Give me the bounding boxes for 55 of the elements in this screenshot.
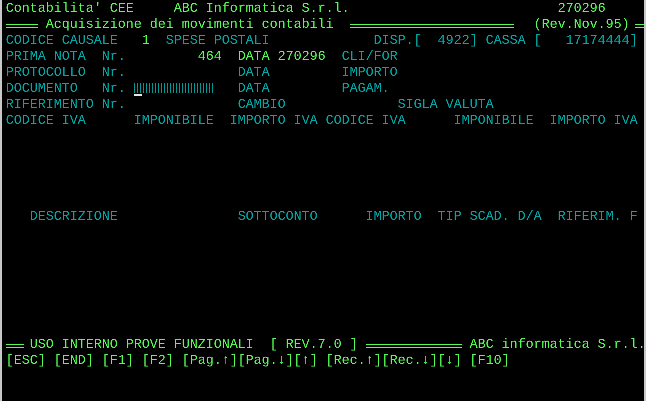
field-label: IMPORTO — [366, 210, 422, 226]
field-label: DESCRIZIONE — [30, 210, 118, 226]
field-label: DATA — [238, 82, 270, 98]
screen-text: Contabilita' CEE — [6, 2, 134, 18]
screen-text: 270296 — [558, 2, 606, 18]
field-label: IMPONIBILE — [454, 114, 534, 130]
screen-text: (Rev.Nov.95) — [534, 18, 630, 34]
function-key[interactable]: [↓] — [438, 354, 462, 370]
screen-text: 464 — [198, 50, 222, 66]
function-key[interactable]: [Pag.↑] — [182, 354, 238, 370]
field-label: Nr. — [102, 98, 126, 114]
field-label: DISP.[ 4922] — [374, 34, 478, 50]
function-key[interactable]: [Rec.↓] — [382, 354, 438, 370]
function-key[interactable]: [Rec.↑] — [326, 354, 382, 370]
field-label: D/A — [518, 210, 542, 226]
field-label: Nr. — [102, 82, 126, 98]
field-label: RIFERIMENTO — [6, 98, 94, 114]
field-label: CODICE IVA — [326, 114, 406, 130]
screen-text: USO INTERNO PROVE FUNZIONALI — [30, 338, 254, 354]
field-label: PROTOCOLLO — [6, 66, 86, 82]
field-label: CASSA [ 17174444] — [486, 34, 638, 50]
field-label: SOTTOCONTO — [238, 210, 318, 226]
field-label: DOCUMENTO — [6, 82, 78, 98]
field-label: DATA — [238, 66, 270, 82]
field-label: SPESE POSTALI — [166, 34, 270, 50]
function-key[interactable]: [END] — [54, 354, 94, 370]
field-label: IMPONIBILE — [134, 114, 214, 130]
function-key[interactable]: [↑] — [294, 354, 318, 370]
screen-text: Acquisizione dei movimenti contabili — [46, 18, 334, 34]
field-label: RIFERIM. — [558, 210, 622, 226]
screen-text: ABC Informatica S.r.l. — [174, 2, 350, 18]
function-key[interactable]: [F1] — [102, 354, 134, 370]
field-label: SIGLA VALUTA — [398, 98, 494, 114]
field-label: CODICE CAUSALE — [6, 34, 118, 50]
field-label: CLI/FOR — [342, 50, 398, 66]
field-label: CODICE IVA — [6, 114, 86, 130]
field-label: PAGAM. — [342, 82, 390, 98]
function-key[interactable]: [Pag.↓] — [238, 354, 294, 370]
function-key[interactable]: [ESC] — [6, 354, 46, 370]
field-label: CAMBIO — [238, 98, 286, 114]
field-label: IMPORTO IVA — [550, 114, 638, 130]
field-label: IMPORTO — [342, 66, 398, 82]
screen-text: 1 — [142, 34, 150, 50]
field-label: TIP — [438, 210, 462, 226]
field-label: Nr. — [102, 66, 126, 82]
screen-text: [ REV.7.0 ] — [270, 338, 358, 354]
field-label: IMPORTO IVA — [230, 114, 318, 130]
screen-text: ABC informatica S.r.l. — [470, 338, 644, 354]
screen-text: DATA 270296 — [238, 50, 326, 66]
field-label: F — [630, 210, 638, 226]
field-label: Nr. — [102, 50, 126, 66]
field-label: SCAD. — [470, 210, 510, 226]
field-label: PRIMA NOTA — [6, 50, 86, 66]
function-key[interactable]: [F2] — [142, 354, 174, 370]
function-key[interactable]: [F10] — [470, 354, 510, 370]
